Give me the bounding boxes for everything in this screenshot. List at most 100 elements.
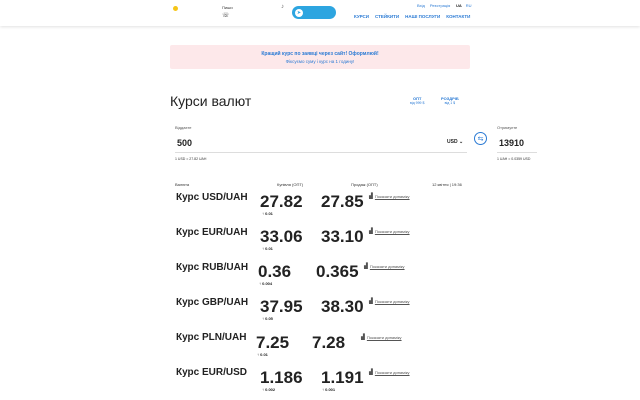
show-chart-label: Показати динаміку xyxy=(366,334,402,340)
give-underline xyxy=(175,152,467,153)
music-note-icon[interactable]: ♪ xyxy=(281,4,284,10)
lang-ua[interactable]: UA xyxy=(456,3,462,8)
show-chart-link[interactable]: ▟ Показати динаміку xyxy=(364,263,405,269)
arrow-up-icon: ↑ xyxy=(262,316,264,321)
bar-chart-icon: ▟ xyxy=(369,193,373,199)
col-buy: Купівля (ОПТ) xyxy=(277,182,304,187)
show-chart-link[interactable]: ▟ Показати динаміку xyxy=(361,334,402,340)
rate-row-buy: 1.186 xyxy=(260,368,303,387)
currency-select[interactable]: USD ⌄ xyxy=(447,139,463,145)
swap-icon[interactable]: ⇆ xyxy=(474,132,487,145)
rate-row-buy: 33.06 xyxy=(260,227,303,246)
col-sell: Продаж (ОПТ) xyxy=(351,182,378,187)
chevron-down-icon: ⌄ xyxy=(458,139,464,145)
give-label: Віддаєте xyxy=(175,125,192,130)
currency-select-value: USD xyxy=(447,139,458,145)
show-chart-link[interactable]: ▟ Показати динаміку xyxy=(369,193,410,199)
auth-links: Вхід Реєстрація xyxy=(417,3,450,8)
rate-row-sell-delta: ↑ 0.001 xyxy=(322,387,335,392)
logo-icon[interactable] xyxy=(173,6,178,11)
rate-row-buy: 0.36 xyxy=(258,262,292,281)
rate-row-name: Курс PLN/UAH xyxy=(176,332,247,343)
show-chart-label: Показати динаміку xyxy=(374,298,410,304)
register-link[interactable]: Реєстрація xyxy=(430,3,450,8)
nav-rates[interactable]: КУРСИ xyxy=(354,14,369,19)
rate-row-buy-delta-value: 0.01 xyxy=(260,352,268,357)
nav-contacts[interactable]: КОНТАКТИ xyxy=(446,14,470,19)
receive-label: Отримуєте xyxy=(497,125,518,130)
receive-amount[interactable]: 13910 xyxy=(499,138,524,148)
arrow-up-icon: ↑ xyxy=(259,281,261,286)
rate-row-sell: 38.30 xyxy=(321,297,364,316)
bar-chart-icon: ▟ xyxy=(369,369,373,375)
retail-tab[interactable]: РОЗДРІБ від 1 $ xyxy=(441,96,459,106)
arrow-up-icon: ↑ xyxy=(262,211,264,216)
receive-underline xyxy=(497,152,537,153)
rate-row-buy-delta: ↑ 0.004 xyxy=(259,281,272,286)
rate-row-sell: 1.191 xyxy=(321,368,364,387)
show-chart-link[interactable]: ▟ Показати динаміку xyxy=(369,228,410,234)
bar-chart-icon: ▟ xyxy=(364,263,368,269)
show-chart-label: Показати динаміку xyxy=(374,193,410,199)
rate-row-buy-delta-value: 0.01 xyxy=(265,246,273,251)
show-chart-link[interactable]: ▟ Показати динаміку xyxy=(369,369,410,375)
rate-row-buy-delta-value: 0.004 xyxy=(262,281,273,286)
rate-row-name: Курс EUR/USD xyxy=(176,367,247,378)
rate-row-buy-delta: ↑ 0.01 xyxy=(262,246,273,251)
give-rate: 1 USD = 27.82 UAH xyxy=(175,157,207,161)
promo-banner[interactable]: Кращий курс по заявці через сайт! Оформл… xyxy=(170,45,470,69)
login-link[interactable]: Вхід xyxy=(417,3,425,8)
telegram-button[interactable]: ➤ xyxy=(292,6,336,19)
nav-services[interactable]: НАШІ ПОСЛУГИ xyxy=(405,14,440,19)
rate-row-buy: 37.95 xyxy=(260,297,303,316)
rate-row-name: Курс USD/UAH xyxy=(176,192,248,203)
opt-tab[interactable]: ОПТ від 999 $ xyxy=(410,96,424,106)
col-date: 12 квітня | 19:36 xyxy=(432,182,462,187)
rate-row-sell: 7.28 xyxy=(312,333,346,352)
bar-chart-icon: ▟ xyxy=(361,334,365,340)
telegram-icon: ➤ xyxy=(295,8,303,17)
site-header: Пиши ☏ ♪ ➤ Вхід Реєстрація UA RU КУРСИ С… xyxy=(0,0,640,26)
show-chart-label: Показати динаміку xyxy=(374,228,410,234)
rate-row-buy: 7.25 xyxy=(256,333,290,352)
arrow-up-icon: ↑ xyxy=(322,387,324,392)
show-chart-link[interactable]: ▟ Показати динаміку xyxy=(369,298,410,304)
rate-row-name: Курс EUR/UAH xyxy=(176,227,248,238)
arrow-up-icon: ↑ xyxy=(262,387,264,392)
rate-row-name: Курс GBP/UAH xyxy=(176,297,249,308)
arrow-up-icon: ↑ xyxy=(262,246,264,251)
col-currency: Валюта xyxy=(175,182,190,187)
banner-line-1: Кращий курс по заявці через сайт! Оформл… xyxy=(261,51,379,57)
rate-row-buy-delta: ↑ 0.01 xyxy=(262,211,273,216)
arrow-up-icon: ↑ xyxy=(257,352,259,357)
main-nav: КУРСИ СТЕЙКИТИ НАШІ ПОСЛУГИ КОНТАКТИ xyxy=(354,14,470,19)
rate-row-buy-delta: ↑ 0.05 xyxy=(262,316,273,321)
rate-row-buy-delta-value: 0.01 xyxy=(265,211,273,216)
banner-line-2: Фіксуємо суму і курс на 1 годину! xyxy=(285,59,355,64)
receive-rate: 1 UAH = 0.0359 USD xyxy=(497,157,531,161)
rate-row-sell: 33.10 xyxy=(321,227,364,246)
phone-label: Пиши xyxy=(222,5,233,10)
rate-row-name: Курс RUB/UAH xyxy=(176,262,249,273)
show-chart-label: Показати динаміку xyxy=(369,263,405,269)
language-switcher: UA RU xyxy=(456,3,472,8)
rate-row-sell: 27.85 xyxy=(321,192,364,211)
nav-stakes[interactable]: СТЕЙКИТИ xyxy=(375,14,399,19)
rate-row-buy-delta: ↑ 0.01 xyxy=(257,352,268,357)
retail-tab-sub: від 1 $ xyxy=(444,101,456,105)
rate-row-sell: 0.365 xyxy=(316,262,359,281)
opt-tab-sub: від 999 $ xyxy=(410,101,425,105)
show-chart-label: Показати динаміку xyxy=(374,369,410,375)
rate-row-buy: 27.82 xyxy=(260,192,303,211)
rate-row-buy-delta-value: 0.05 xyxy=(265,316,273,321)
rate-row-sell-delta-value: 0.001 xyxy=(325,387,336,392)
rate-row-buy-delta: ↑ 0.002 xyxy=(262,387,275,392)
bar-chart-icon: ▟ xyxy=(369,228,373,234)
give-amount-input[interactable]: 500 xyxy=(177,138,192,148)
rate-row-buy-delta-value: 0.002 xyxy=(265,387,276,392)
lang-ru[interactable]: RU xyxy=(466,3,472,8)
phone-block[interactable]: Пиши ☏ xyxy=(222,5,233,19)
bar-chart-icon: ▟ xyxy=(369,298,373,304)
phone-icon: ☏ xyxy=(222,13,230,19)
page-title: Курси валют xyxy=(170,93,252,109)
